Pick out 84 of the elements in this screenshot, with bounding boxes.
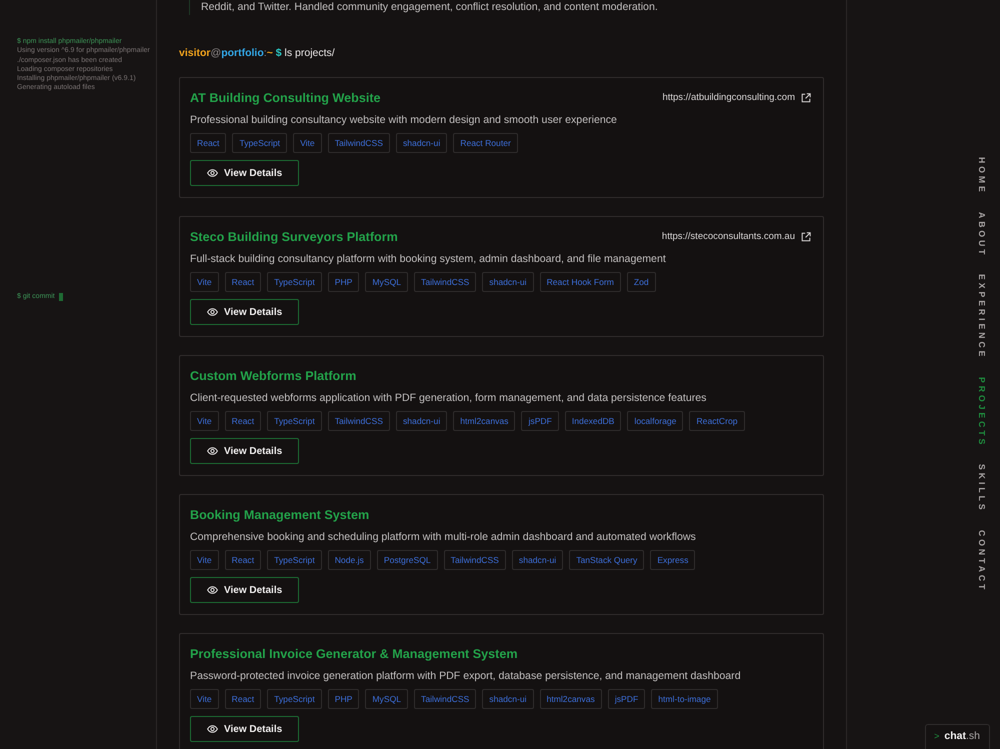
tech-tag: TypeScript	[267, 272, 322, 292]
tech-tag: shadcn-ui	[396, 133, 448, 153]
nav-link[interactable]: HOME	[976, 156, 987, 195]
prompt-user: visitor	[179, 47, 211, 59]
project-description: Full-stack building consultancy platform with booking system, admin dashboard, and file management	[190, 253, 667, 265]
project-title: Professional Invoice Generator & Management System	[190, 646, 518, 662]
tech-tag: localforage	[627, 411, 684, 431]
tech-tag: jsPDF	[608, 689, 646, 709]
eye-icon	[207, 447, 218, 455]
project-description: Professional building consultancy website with modern design and smooth user experience	[190, 114, 618, 126]
view-details-button[interactable]: View Details	[190, 299, 299, 325]
eye-icon	[207, 725, 218, 733]
tech-tag: shadcn-ui	[512, 550, 564, 570]
tech-tag: MySQL	[365, 272, 408, 292]
tech-tag: Node.js	[328, 550, 371, 570]
tech-tag: TypeScript	[267, 411, 322, 431]
tech-tag: shadcn-ui	[396, 411, 448, 431]
project-link[interactable]: https://atbuildingconsulting.com	[662, 92, 811, 104]
project-description: Comprehensive booking and scheduling platform with multi-role admin dashboard and automated workflows	[190, 531, 697, 543]
view-details-button[interactable]: View Details	[190, 716, 299, 742]
project-title: AT Building Consulting Website	[190, 90, 381, 106]
nav-link[interactable]: ABOUT	[976, 212, 987, 258]
tech-tag: Vite	[293, 133, 322, 153]
view-details-button[interactable]: View Details	[190, 577, 299, 603]
view-details-button[interactable]: View Details	[190, 160, 299, 186]
prompt-separator: :	[264, 47, 267, 59]
prompt-command: ls projects/	[284, 47, 335, 59]
tech-tag: html2canvas	[540, 689, 602, 709]
tech-tag: TypeScript	[267, 550, 322, 570]
tech-tag: TypeScript	[267, 689, 322, 709]
tech-tag: PHP	[328, 272, 360, 292]
tech-tag: TanStack Query	[569, 550, 644, 570]
tech-tag: React	[224, 689, 262, 709]
tech-tag: MySQL	[365, 689, 408, 709]
tech-tag: TailwindCSS	[414, 689, 476, 709]
nav-link[interactable]: CONTACT	[976, 530, 987, 592]
eye-icon	[207, 586, 218, 594]
tech-tag: React Router	[453, 133, 518, 153]
tech-tag: Vite	[190, 550, 219, 570]
tech-tag: shadcn-ui	[482, 272, 534, 292]
cursor-icon	[58, 293, 63, 302]
tech-tag: React Hook Form	[540, 272, 621, 292]
tech-tag: TypeScript	[232, 133, 288, 153]
external-link-icon	[801, 93, 811, 103]
prompt-path: ~	[266, 47, 273, 59]
tech-tag: Vite	[190, 411, 219, 431]
tech-tag: Vite	[190, 272, 219, 292]
project-description: Client-requested webforms application with PDF generation, form management, and data persistence features	[190, 392, 708, 404]
tech-tag: html-to-image	[651, 689, 718, 709]
eye-icon	[207, 169, 218, 177]
tech-tag: Vite	[190, 689, 219, 709]
prompt-symbol: $	[276, 47, 282, 59]
tech-tag: Express	[650, 550, 696, 570]
tech-tag: TailwindCSS	[328, 411, 390, 431]
chat-button[interactable]: > chat.sh	[925, 724, 990, 749]
tech-tag: TailwindCSS	[444, 550, 506, 570]
prompt-at-sign: @	[210, 47, 222, 59]
project-title: Custom Webforms Platform	[190, 368, 356, 384]
prompt-host: portfolio	[221, 47, 264, 59]
tech-tag: IndexedDB	[564, 411, 622, 431]
tech-tag: html2canvas	[453, 411, 516, 431]
tech-tag: ReactCrop	[689, 411, 745, 431]
tech-tag: jsPDF	[521, 411, 559, 431]
project-title: Steco Building Surveyors Platform	[190, 229, 398, 245]
eye-icon	[207, 308, 218, 316]
nav-link[interactable]: SKILLS	[976, 464, 987, 513]
project-description: Password-protected invoice generation platform with PDF export, database persistence, and management dashboard	[190, 670, 742, 682]
view-details-button[interactable]: View Details	[190, 438, 299, 464]
tech-tag: TailwindCSS	[414, 272, 476, 292]
tech-tag: React	[224, 411, 262, 431]
project-link[interactable]: https://stecoconsultants.com.au	[662, 231, 811, 243]
nav-link[interactable]: EXPERIENCE	[976, 274, 987, 360]
tech-tag: PHP	[328, 689, 360, 709]
tech-tag: shadcn-ui	[482, 689, 534, 709]
tech-tag: React	[224, 550, 262, 570]
tech-tag: TailwindCSS	[328, 133, 390, 153]
tech-tag: PostgreSQL	[376, 550, 438, 570]
tech-tag: Zod	[626, 272, 656, 292]
external-link-icon	[801, 232, 811, 242]
project-title: Booking Management System	[190, 507, 370, 523]
nav-link[interactable]: PROJECTS	[976, 376, 987, 448]
tech-tag: React	[224, 272, 262, 292]
experience-description: Reddit, and Twitter. Handled community engagement, conflict resolution, and content moderation.	[189, 0, 824, 15]
tech-tag: React	[190, 133, 226, 153]
